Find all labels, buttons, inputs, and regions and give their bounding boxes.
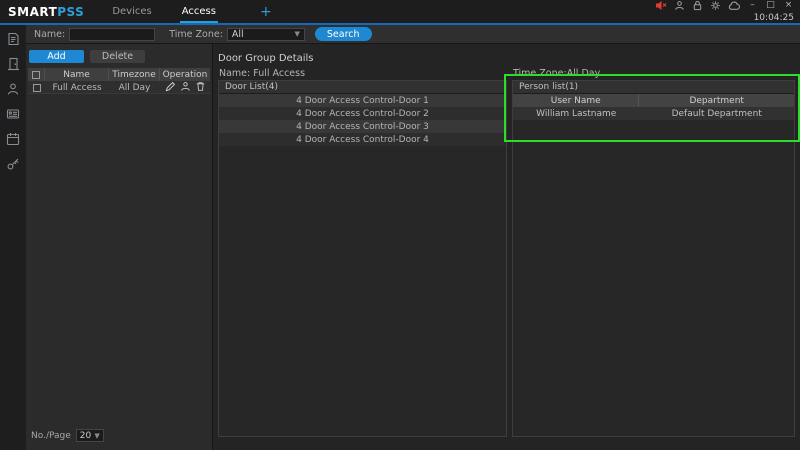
delete-button[interactable]: Delete — [90, 50, 145, 63]
door-group-panel: Add Delete Name Timezone Operation Full … — [26, 44, 213, 450]
page-size-value: 20 — [80, 431, 91, 441]
group-timezone-cell: All Day — [109, 83, 160, 93]
timezone-select[interactable]: All ▼ — [227, 28, 305, 41]
group-name-line: Name: Full Access — [218, 67, 507, 80]
door-list-column: Door Group Details Name: Full Access Doo… — [218, 52, 507, 437]
person-list-box: Person list(1) User Name Department Will… — [512, 80, 795, 437]
pager-label: No./Page — [31, 431, 71, 441]
titlebar: SMARTPSS Devices Access + — [0, 0, 800, 23]
cloud-icon[interactable] — [728, 0, 740, 15]
door-list-box: Door List(4) 4 Door Access Control-Door … — [218, 80, 507, 437]
clock-time: 10:04:25 — [754, 13, 794, 23]
edit-icon[interactable] — [165, 81, 176, 95]
card-icon[interactable] — [6, 107, 20, 121]
delete-icon[interactable] — [195, 81, 206, 95]
app-logo: SMARTPSS — [8, 5, 84, 19]
main-tabs: Devices Access + — [110, 0, 271, 23]
search-button[interactable]: Search — [315, 27, 372, 41]
person-name-cell: William Lastname — [513, 107, 639, 120]
add-button[interactable]: Add — [29, 50, 84, 63]
tab-access[interactable]: Access — [180, 0, 218, 23]
name-input[interactable] — [69, 28, 155, 41]
maximize-button[interactable]: □ — [765, 1, 776, 10]
table-row[interactable]: Full Access All Day — [28, 81, 210, 94]
minimize-button[interactable]: – — [747, 1, 758, 10]
column-user-name: User Name — [513, 94, 639, 107]
person-row[interactable]: William Lastname Default Department — [513, 107, 794, 120]
close-button[interactable]: × — [783, 1, 794, 10]
user-icon[interactable] — [674, 0, 685, 15]
document-edit-icon[interactable] — [6, 32, 20, 46]
pager: No./Page 20 ▼ — [31, 429, 104, 442]
smartpss-window: SMARTPSS Devices Access + — [0, 0, 800, 450]
door-list-item[interactable]: 4 Door Access Control-Door 4 — [219, 133, 506, 146]
operation-cell — [160, 81, 210, 95]
select-all-checkbox[interactable] — [32, 71, 40, 79]
chevron-down-icon: ▼ — [94, 432, 99, 440]
key-icon[interactable] — [6, 157, 20, 171]
assign-user-icon[interactable] — [180, 81, 191, 95]
search-toolbar: Name: Time Zone: All ▼ Search — [26, 25, 800, 44]
settings-icon[interactable] — [710, 0, 721, 15]
person-table-header: User Name Department — [513, 94, 794, 107]
door-list-item[interactable]: 4 Door Access Control-Door 1 — [219, 94, 506, 107]
column-name: Name — [45, 68, 109, 81]
door-list-header: Door List(4) — [219, 81, 506, 94]
lock-icon[interactable] — [692, 0, 703, 15]
door-list-item[interactable]: 4 Door Access Control-Door 2 — [219, 107, 506, 120]
chevron-down-icon: ▼ — [295, 30, 300, 38]
table-header-row: Name Timezone Operation — [28, 68, 210, 81]
user-icon[interactable] — [6, 82, 20, 96]
group-name-cell: Full Access — [45, 83, 109, 93]
row-checkbox[interactable] — [33, 84, 41, 92]
person-list-column: Time Zone:All Day Person list(1) User Na… — [512, 52, 795, 437]
column-timezone: Timezone — [109, 68, 160, 81]
timezone-label: Time Zone: — [169, 29, 223, 40]
timezone-select-value: All — [232, 29, 244, 40]
column-department: Department — [639, 94, 794, 107]
tab-devices[interactable]: Devices — [110, 0, 153, 23]
titlebar-right: – □ × 10:04:25 — [655, 0, 794, 23]
column-operation: Operation — [160, 68, 210, 81]
person-list-header: Person list(1) — [513, 81, 794, 94]
person-department-cell: Default Department — [639, 107, 794, 120]
door-icon[interactable] — [6, 57, 20, 71]
timezone-line: Time Zone:All Day — [512, 67, 795, 80]
logo-pss: PSS — [57, 5, 84, 19]
door-group-table: Name Timezone Operation Full Access All … — [28, 68, 210, 94]
logo-smart: SMART — [8, 5, 57, 19]
page-size-select[interactable]: 20 ▼ — [76, 429, 104, 442]
calendar-icon[interactable] — [6, 132, 20, 146]
door-list-item[interactable]: 4 Door Access Control-Door 3 — [219, 120, 506, 133]
module-sidebar — [0, 25, 26, 450]
details-title: Door Group Details — [218, 52, 507, 65]
new-tab-button[interactable]: + — [260, 5, 272, 19]
mute-alarm-icon[interactable] — [655, 0, 667, 15]
name-label: Name: — [34, 29, 65, 40]
door-group-details: Door Group Details Name: Full Access Doo… — [214, 44, 800, 450]
